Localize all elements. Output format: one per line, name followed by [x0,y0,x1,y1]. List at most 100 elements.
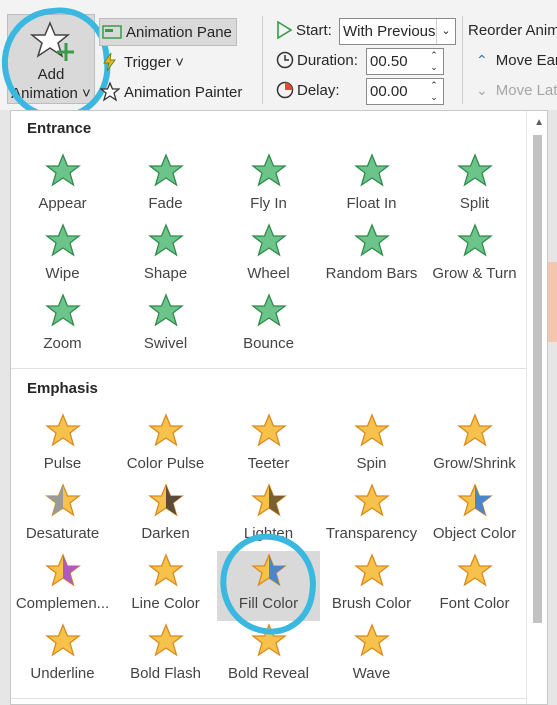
add-animation-button[interactable]: Add Animation ˅ [7,14,95,104]
animation-complementary[interactable]: Complemen... [11,551,114,621]
complementary-star-icon [45,553,81,587]
animation-lighten[interactable]: Lighten [217,481,320,551]
random-bars-star-icon [354,223,390,257]
animation-line-color[interactable]: Line Color [114,551,217,621]
animation-underline[interactable]: Underline [11,621,114,691]
delay-row: Delay: [276,81,359,99]
animation-brush-color[interactable]: Brush Color [320,551,423,621]
animation-object-color[interactable]: Object Color [423,481,526,551]
scroll-up-arrow-icon[interactable]: ▲ [534,117,544,128]
animation-font-color[interactable]: Font Color [423,551,526,621]
animation-painter-button[interactable]: Animation Painter [100,80,242,104]
animation-pulse[interactable]: Pulse [11,411,114,481]
animation-float-in[interactable]: Float In [320,151,423,221]
animation-bold-flash[interactable]: Bold Flash [114,621,217,691]
animation-label: Zoom [43,335,82,352]
animation-shape[interactable]: Shape [114,221,217,291]
desaturate-star-icon [45,483,81,517]
scrollbar-thumb[interactable] [533,135,542,623]
animation-grow-turn[interactable]: Grow & Turn [423,221,526,291]
chevron-down-icon: ⌄ [436,19,455,44]
animation-label: Fly In [250,195,287,212]
bold-reveal-star-icon [251,623,287,657]
animation-grow-shrink[interactable]: Grow/Shrink [423,411,526,481]
duration-value: 00.50 [370,53,408,70]
darken-star-icon [148,483,184,517]
gallery-scrollbar[interactable]: ▲ [526,111,547,704]
underline-star-icon [45,623,81,657]
line-color-star-icon [148,553,184,587]
zoom-star-icon [45,293,81,327]
split-star-icon [457,153,493,187]
animation-pane-button[interactable]: Animation Pane [99,18,237,46]
brush-color-star-icon [354,553,390,587]
animation-fill-color[interactable]: Fill Color [217,551,320,621]
animation-label: Line Color [131,595,200,612]
animation-fade[interactable]: Fade [114,151,217,221]
animation-label: Wheel [247,265,290,282]
play-icon [277,21,292,39]
spinner-arrows-icon[interactable]: ⌃ ⌄ [425,49,443,74]
animation-label: Darken [141,525,190,542]
wheel-star-icon [251,223,287,257]
animation-label: Transparency [325,525,418,542]
grow-shrink-star-icon [457,413,493,447]
wave-star-icon [354,623,390,657]
animation-random-bars[interactable]: Random Bars [320,221,423,291]
duration-input[interactable]: 00.50 ⌃ ⌄ [366,48,444,75]
animation-wheel[interactable]: Wheel [217,221,320,291]
animation-label: Desaturate [25,525,100,542]
bold-flash-star-icon [148,623,184,657]
appear-star-icon [45,153,81,187]
swivel-star-icon [148,293,184,327]
animation-label: Grow & Turn [432,265,517,282]
animation-spin[interactable]: Spin [320,411,423,481]
animation-label: Float In [346,195,397,212]
animation-darken[interactable]: Darken [114,481,217,551]
reorder-animation-label: Reorder Anim [468,22,557,39]
animation-label: Object Color [432,525,517,542]
animation-bold-reveal[interactable]: Bold Reveal [217,621,320,691]
duration-row: Duration: [276,51,359,69]
animation-bounce[interactable]: Bounce [217,291,320,361]
move-earlier-button[interactable]: ⌃ Move Ear [476,52,557,69]
animation-swivel[interactable]: Swivel [114,291,217,361]
animation-zoom[interactable]: Zoom [11,291,114,361]
animation-transparency[interactable]: Transparency [320,481,423,551]
animation-appear[interactable]: Appear [11,151,114,221]
animation-fly-in[interactable]: Fly In [217,151,320,221]
duration-label: Duration: [297,51,358,69]
animation-wave[interactable]: Wave [320,621,423,691]
object-color-star-icon [457,483,493,517]
start-dropdown[interactable]: With Previous ⌄ [339,18,456,45]
emphasis-section-title: Emphasis [27,380,98,397]
animation-teeter[interactable]: Teeter [217,411,320,481]
delay-input[interactable]: 00.00 ⌃ ⌄ [366,78,444,105]
painter-star-icon [100,82,120,102]
trigger-label: Trigger ˅ [124,53,184,71]
chevron-up-icon: ⌃ [476,52,488,68]
animation-wipe[interactable]: Wipe [11,221,114,291]
animation-label: Appear [38,195,87,212]
move-later-button[interactable]: ⌄ Move Lat [476,82,557,99]
delay-label: Delay: [297,81,340,99]
shape-star-icon [148,223,184,257]
animation-painter-label: Animation Painter [124,83,243,101]
animation-label: Spin [356,455,387,472]
spinner-arrows-icon[interactable]: ⌃ ⌄ [425,79,443,104]
move-later-label: Move Lat [495,82,557,99]
entrance-section-title: Entrance [27,120,92,137]
animation-label: Wave [352,665,391,682]
float-in-star-icon [354,153,390,187]
animation-split[interactable]: Split [423,151,526,221]
animation-color-pulse[interactable]: Color Pulse [114,411,217,481]
delay-clock-icon [276,81,294,99]
font-color-star-icon [457,553,493,587]
animation-desaturate[interactable]: Desaturate [11,481,114,551]
animation-label: Complemen... [15,595,110,612]
fly-in-star-icon [251,153,287,187]
animations-ribbon: Add Animation ˅ Animation Pane Trigger ˅… [0,0,557,126]
animation-label: Bounce [243,335,294,352]
chevron-down-icon: ⌄ [476,82,488,98]
trigger-button[interactable]: Trigger ˅ [100,50,184,74]
